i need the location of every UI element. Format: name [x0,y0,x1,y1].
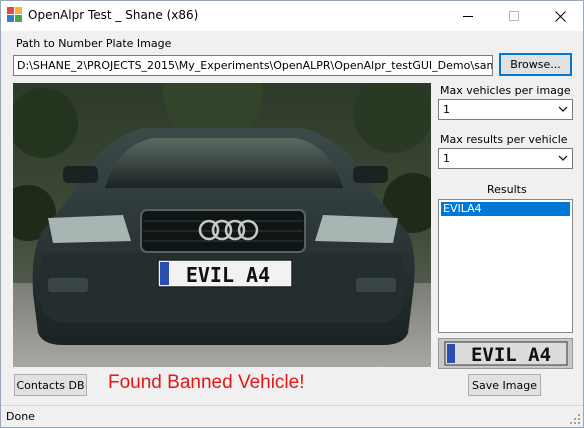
results-label: Results [487,183,527,196]
path-input[interactable]: D:\SHANE_2\PROJECTS_2015\My_Experiments\… [13,55,493,76]
close-icon [554,10,566,22]
path-label: Path to Number Plate Image [16,37,172,50]
title-bar[interactable]: OpenAlpr Test _ Shane (x86) [1,1,583,31]
resize-grip-icon[interactable] [569,413,581,425]
svg-text:EVIL A4: EVIL A4 [471,344,551,366]
app-icon [7,7,23,23]
status-text: Done [6,410,35,423]
results-listbox[interactable]: EVILA4 [438,199,573,333]
vehicle-image: EVIL A4 [13,83,431,367]
maximize-icon [509,11,519,21]
browse-button[interactable]: Browse... [499,53,572,76]
banned-vehicle-alert: Found Banned Vehicle! [108,372,305,393]
svg-text:EVIL A4: EVIL A4 [186,263,270,287]
minimize-icon [463,15,473,17]
window-title: OpenAlpr Test _ Shane (x86) [28,8,199,22]
maximize-button[interactable] [491,1,537,31]
save-image-button[interactable]: Save Image [468,374,541,396]
status-bar: Done [1,405,583,427]
close-button[interactable] [537,1,583,31]
plate-crop-image: EVIL A4 [438,338,573,369]
main-window: OpenAlpr Test _ Shane (x86) Path to Numb… [0,0,584,428]
plate-crop-graphic: EVIL A4 [439,339,572,368]
max-vehicles-select[interactable]: 1 [438,99,573,120]
max-vehicles-value: 1 [443,103,450,116]
chevron-down-icon [558,106,568,112]
vehicle-license-plate: EVIL A4 [157,259,293,288]
results-list-item[interactable]: EVILA4 [441,202,570,216]
max-vehicles-label: Max vehicles per image [440,84,571,97]
max-results-label: Max results per vehicle [440,133,568,146]
vehicle-photo-graphic: EVIL A4 [13,83,431,367]
max-results-value: 1 [443,152,450,165]
chevron-down-icon [558,155,568,161]
minimize-button[interactable] [445,1,491,31]
contacts-db-button[interactable]: Contacts DB [14,374,87,396]
max-results-select[interactable]: 1 [438,148,573,169]
